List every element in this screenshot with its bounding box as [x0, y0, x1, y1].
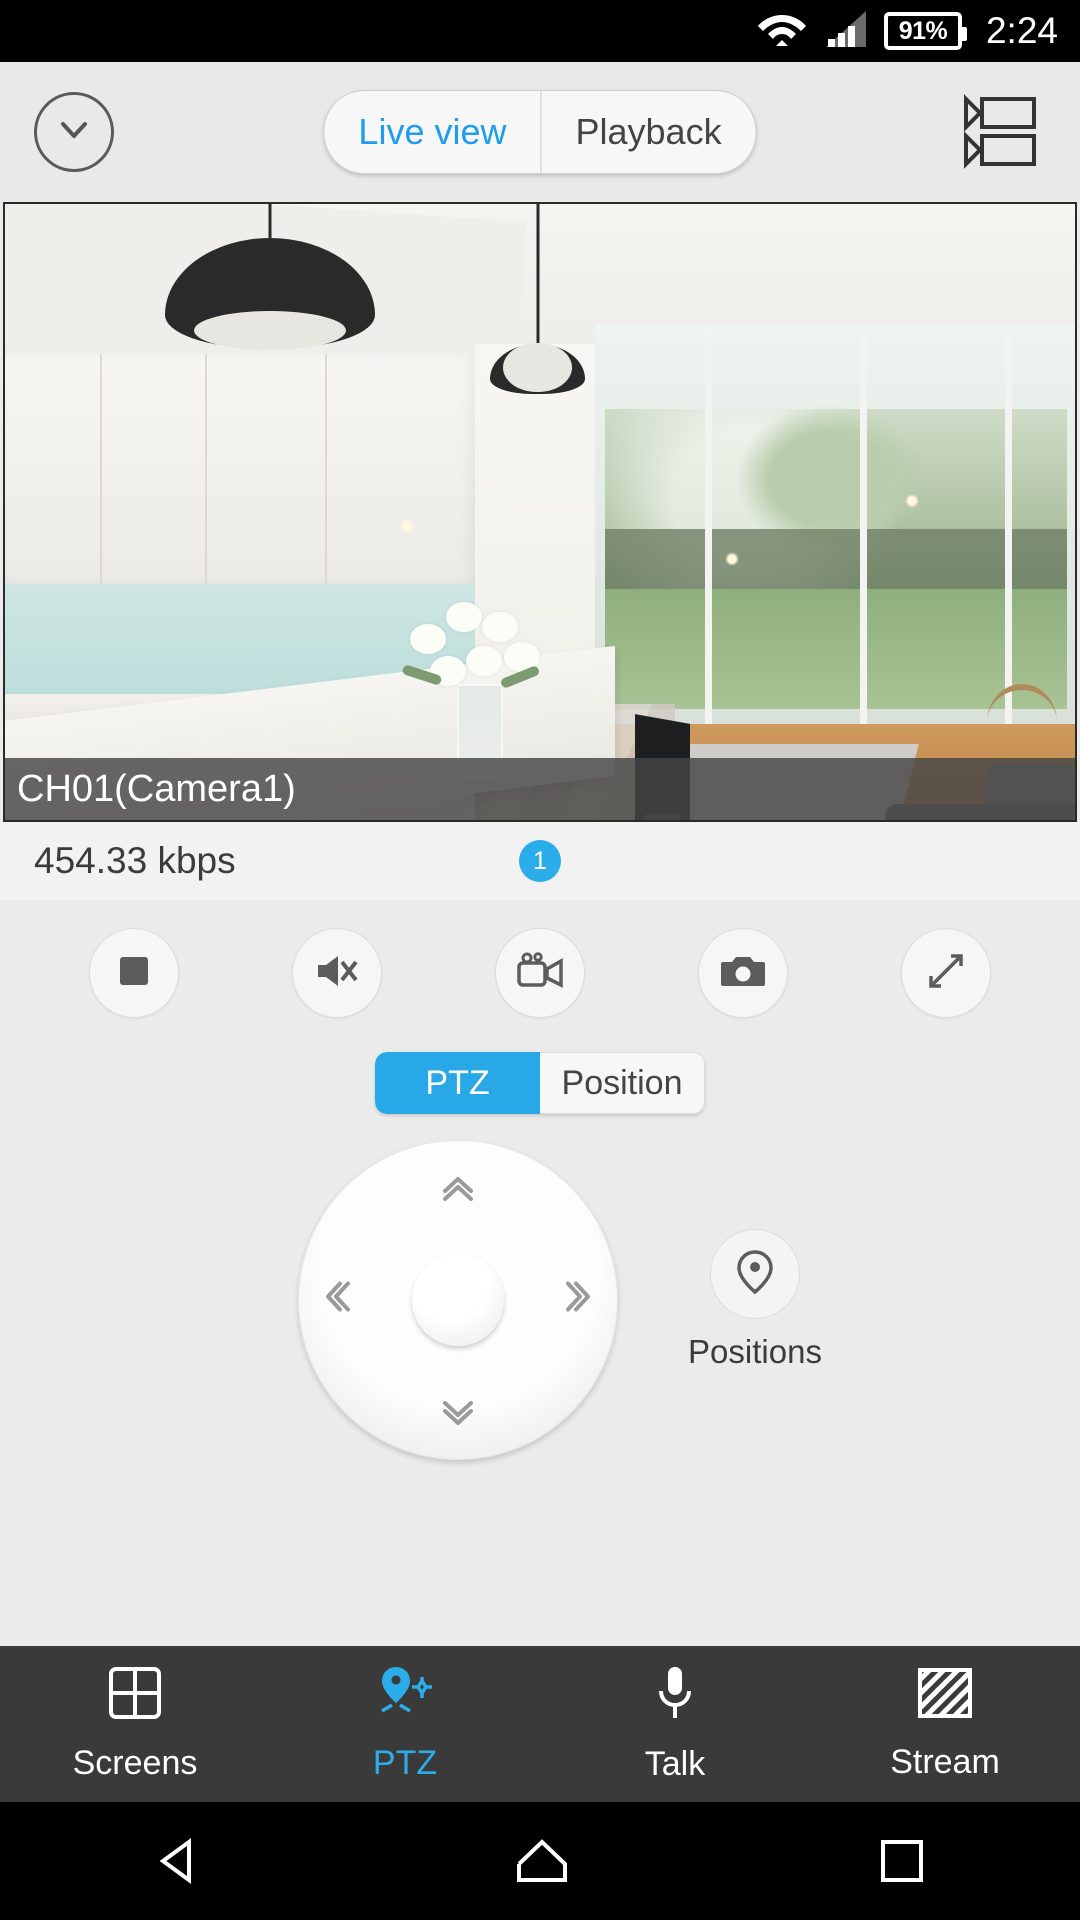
stop-square-icon: [117, 954, 151, 993]
collapse-button[interactable]: [34, 92, 114, 172]
status-badge[interactable]: 1: [519, 840, 561, 882]
chevron-up-double-icon[interactable]: [437, 1166, 479, 1208]
bitrate-label: 454.33 kbps: [34, 840, 236, 881]
nav-label-screens: Screens: [72, 1744, 198, 1782]
expand-arrows-icon: [925, 950, 967, 997]
fullscreen-button[interactable]: [901, 928, 992, 1018]
camera-icon: [719, 952, 767, 995]
android-back-button[interactable]: [153, 1834, 207, 1888]
tab-live-view[interactable]: Live view: [324, 91, 540, 173]
nav-item-ptz[interactable]: PTZ: [270, 1665, 540, 1783]
positions-control[interactable]: Positions: [688, 1229, 822, 1371]
stats-bar: 454.33 kbps 1: [0, 822, 1080, 900]
tool-row: [0, 900, 1080, 1018]
top-bar: Live view Playback: [0, 62, 1080, 202]
mute-button[interactable]: [291, 928, 382, 1018]
tab-ptz[interactable]: PTZ: [375, 1052, 540, 1114]
control-panel: PTZ Position Positions: [0, 900, 1080, 1646]
record-button[interactable]: [494, 928, 585, 1018]
pendant-lamp: [165, 204, 375, 354]
android-nav-bar: [0, 1802, 1080, 1920]
grid-four-icon: [107, 1665, 163, 1730]
video-feed[interactable]: CH01(Camera1): [3, 202, 1077, 822]
nav-item-stream[interactable]: Stream: [810, 1666, 1080, 1782]
nav-item-screens[interactable]: Screens: [0, 1665, 270, 1783]
chevron-left-double-icon[interactable]: [324, 1276, 351, 1325]
map-pin-icon: [732, 1248, 778, 1301]
pendant-lamp: [490, 204, 585, 394]
video-scene: [5, 204, 1075, 820]
view-mode-switch[interactable]: Live view Playback: [323, 90, 757, 174]
bottom-nav: Screens PTZ Talk Stream: [0, 1646, 1080, 1802]
positions-label: Positions: [688, 1333, 822, 1370]
android-home-button[interactable]: [513, 1834, 571, 1888]
status-clock: 2:24: [985, 10, 1058, 51]
chevron-down-double-icon[interactable]: [437, 1392, 479, 1434]
nav-item-talk[interactable]: Talk: [540, 1664, 810, 1784]
chevron-down-circle-icon: [53, 109, 95, 156]
video-camera-icon: [516, 951, 564, 996]
battery-percent-label: 91%: [898, 16, 948, 45]
tab-position[interactable]: Position: [540, 1052, 705, 1114]
nav-label-ptz: PTZ: [372, 1744, 438, 1782]
joystick-nub-icon[interactable]: [412, 1254, 505, 1346]
chevron-right-double-icon[interactable]: [566, 1276, 592, 1325]
status-bar: 91% 2:24: [0, 0, 1080, 62]
stream-stripes-icon: [916, 1666, 974, 1729]
ptz-dpad[interactable]: [298, 1140, 619, 1460]
ptz-area: Positions: [0, 1140, 1080, 1460]
speaker-mute-icon: [314, 951, 360, 996]
battery-icon: 91%: [883, 12, 967, 50]
clips-button[interactable]: [962, 94, 1046, 170]
nav-label-talk: Talk: [644, 1745, 706, 1783]
android-recents-button[interactable]: [877, 1836, 927, 1886]
nav-label-stream: Stream: [890, 1743, 1000, 1781]
snapshot-button[interactable]: [698, 928, 789, 1018]
app-screen: 91% 2:24 Live view Playback CH01(Camera1…: [0, 0, 1080, 1920]
ptz-pin-icon: [376, 1665, 434, 1730]
ptz-position-switch[interactable]: PTZ Position: [375, 1052, 705, 1114]
channel-label: CH01(Camera1): [5, 758, 1075, 820]
tab-playback[interactable]: Playback: [541, 91, 755, 173]
cellular-signal-icon: [824, 9, 868, 54]
microphone-icon: [655, 1664, 695, 1731]
stop-button[interactable]: [88, 928, 179, 1018]
positions-button[interactable]: [710, 1229, 800, 1319]
wifi-icon: [756, 9, 808, 54]
